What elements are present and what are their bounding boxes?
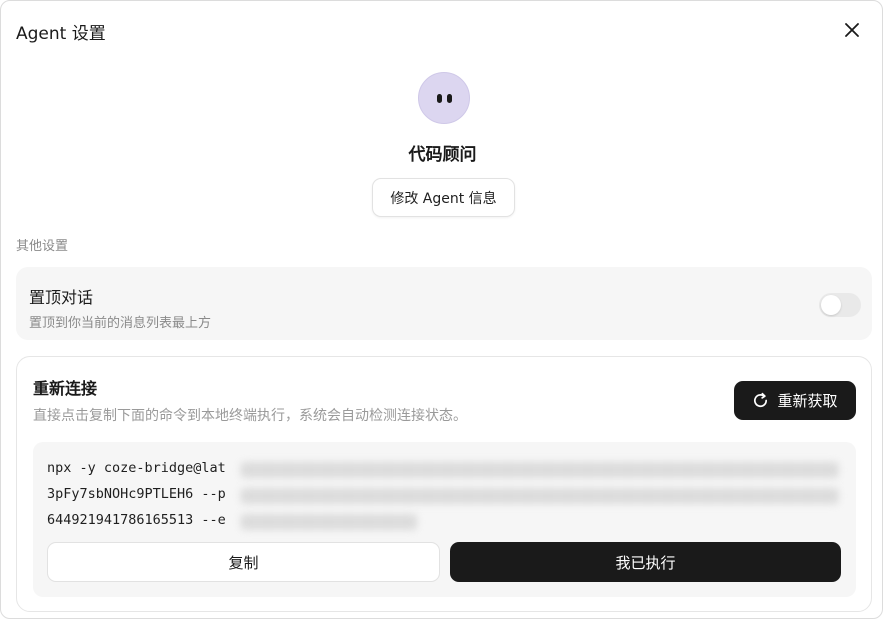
agent-settings-dialog: Agent 设置 代码顾问 修改 Agent 信息 其他设置 置顶对话 置顶到你…	[0, 0, 883, 619]
command-line-3: 644921941786165513 --e	[47, 512, 226, 528]
redacted-blur	[241, 488, 839, 504]
avatar-eye-right	[446, 93, 452, 103]
redacted-blur	[241, 514, 417, 530]
agent-name: 代码顾问	[408, 145, 477, 165]
command-code-box[interactable]: npx -y coze-bridge@lat 3pFy7sbNOHc9PTLEH…	[33, 442, 856, 597]
avatar-eye-left	[436, 93, 442, 103]
reconnect-description: 直接点击复制下面的命令到本地终端执行，系统会自动检测连接状态。	[33, 408, 467, 424]
pin-conversation-card: 置顶对话 置顶到你当前的消息列表最上方	[16, 267, 872, 340]
refresh-button-label: 重新获取	[777, 392, 838, 410]
dialog-title: Agent 设置	[16, 24, 106, 44]
executed-button[interactable]: 我已执行	[450, 542, 841, 582]
edit-agent-info-button[interactable]: 修改 Agent 信息	[372, 178, 515, 217]
pin-conversation-description: 置顶到你当前的消息列表最上方	[29, 316, 212, 331]
command-line-2: 3pFy7sbNOHc9PTLEH6 --p	[47, 486, 226, 502]
pin-conversation-title: 置顶对话	[29, 288, 94, 307]
toggle-knob	[821, 295, 841, 315]
close-icon[interactable]	[841, 19, 863, 41]
copy-button[interactable]: 复制	[47, 542, 440, 582]
redacted-blur	[241, 462, 839, 478]
agent-avatar	[418, 72, 470, 124]
pin-conversation-toggle[interactable]	[819, 293, 861, 317]
refresh-button[interactable]: 重新获取	[734, 381, 856, 420]
reconnect-title: 重新连接	[33, 379, 98, 398]
command-line-1: npx -y coze-bridge@lat	[47, 460, 226, 476]
reconnect-card: 重新连接 直接点击复制下面的命令到本地终端执行，系统会自动检测连接状态。 重新获…	[16, 356, 872, 612]
refresh-icon	[752, 392, 769, 409]
other-settings-label: 其他设置	[16, 239, 69, 254]
